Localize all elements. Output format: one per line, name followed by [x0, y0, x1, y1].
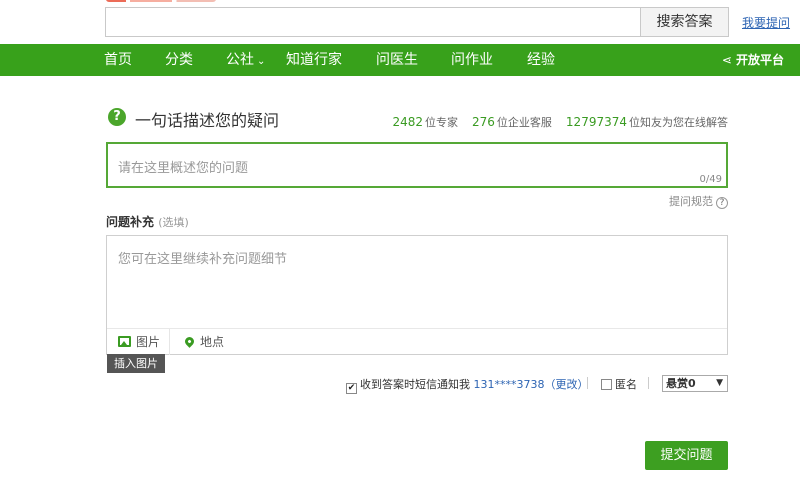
sms-notify-option[interactable]: ✔ 收到答案时短信通知我 131****3738（更改） [346, 376, 589, 394]
nav-item-community[interactable]: 公社 ⌄ [226, 44, 265, 76]
options-divider [587, 377, 588, 389]
sms-notify-label: 收到答案时短信通知我 [360, 378, 470, 391]
enterprise-label: 位企业客服 [496, 116, 552, 129]
experts-label: 位专家 [425, 116, 459, 129]
insert-image-tooltip: 插入图片 [107, 354, 165, 373]
search-button[interactable]: 搜索答案 [640, 7, 729, 37]
top-search-bar: 搜索答案 我要提问 [0, 0, 800, 44]
insert-image-label: 图片 [136, 335, 161, 349]
question-mark-icon: ? [108, 108, 126, 126]
ask-question-link[interactable]: 我要提问 [742, 14, 790, 31]
anonymous-checkbox[interactable] [601, 379, 612, 390]
question-rules-link[interactable]: 提问规范? [669, 193, 728, 209]
question-rules-label: 提问规范 [669, 195, 713, 208]
answerer-stats: 2482 位专家 276 位企业客服 12797374 位知友为您在线解答 [392, 114, 728, 130]
sms-notify-checkbox[interactable]: ✔ [346, 383, 357, 394]
main-nav: 首页 分类 公社 ⌄ 知道行家 问医生 问作业 经验 ⋖ 开放平台 [0, 44, 800, 76]
experts-count: 2482 [392, 115, 424, 129]
nav-item-community-label: 公社 [226, 52, 254, 68]
nav-item-category[interactable]: 分类 [165, 44, 193, 76]
supplement-textarea[interactable]: 您可在这里继续补充问题细节 图片 地点 [106, 235, 728, 355]
reward-value: 悬赏0 [666, 377, 696, 390]
page-title: 一句话描述您的疑问 [135, 111, 280, 130]
anonymous-label: 匿名 [615, 378, 637, 391]
question-input[interactable]: 请在这里概述您的问题 0/49 [106, 142, 728, 188]
image-icon [118, 336, 131, 347]
supplement-placeholder: 您可在这里继续补充问题细节 [118, 252, 288, 267]
reward-select[interactable]: 悬赏0 ▼ [662, 375, 728, 392]
dropdown-arrow-icon: ▼ [716, 378, 723, 388]
friends-count: 12797374 [565, 115, 627, 129]
toolbar-divider [169, 329, 170, 355]
open-platform-label: 开放平台 [735, 53, 784, 67]
nav-item-homework[interactable]: 问作业 [451, 44, 493, 76]
open-platform-link[interactable]: ⋖ 开放平台 [722, 44, 784, 76]
supplement-label: 问题补充 (选填) [106, 213, 189, 230]
location-pin-icon [183, 335, 196, 348]
optional-hint: (选填) [158, 216, 189, 229]
submit-question-button[interactable]: 提交问题 [645, 441, 728, 470]
supplement-title: 问题补充 [106, 215, 155, 229]
nav-item-home[interactable]: 首页 [104, 44, 132, 76]
change-phone-link[interactable]: （更改） [545, 378, 589, 391]
enterprise-count: 276 [472, 115, 495, 129]
phone-number: 131****3738 [473, 378, 545, 391]
friends-label: 位知友为您在线解答 [629, 116, 728, 129]
share-icon: ⋖ [721, 53, 732, 67]
question-placeholder: 请在这里概述您的问题 [118, 161, 249, 176]
options-divider [648, 377, 649, 389]
help-icon: ? [716, 197, 728, 209]
search-input[interactable] [105, 7, 641, 37]
nav-item-experience[interactable]: 经验 [527, 44, 555, 76]
insert-location-button[interactable]: 地点 [183, 329, 225, 355]
site-logo[interactable] [106, 0, 216, 2]
char-counter: 0/49 [699, 174, 722, 185]
nav-item-experts[interactable]: 知道行家 [286, 44, 342, 76]
supplement-toolbar: 图片 地点 [107, 328, 727, 355]
anonymous-option[interactable]: 匿名 [601, 376, 637, 392]
chevron-down-icon: ⌄ [257, 56, 266, 67]
insert-image-button[interactable]: 图片 [118, 329, 160, 355]
insert-location-label: 地点 [200, 335, 225, 349]
nav-item-doctor[interactable]: 问医生 [376, 44, 418, 76]
